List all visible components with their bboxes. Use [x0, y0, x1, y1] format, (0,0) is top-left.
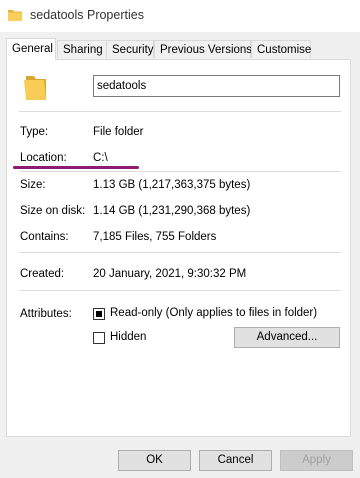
tab-previous-versions[interactable]: Previous Versions	[154, 40, 252, 58]
size-value: 1.13 GB (1,217,363,375 bytes)	[93, 179, 251, 191]
divider	[19, 252, 341, 253]
type-label: Type:	[20, 126, 49, 138]
divider	[19, 290, 341, 291]
size-on-disk-value: 1.14 GB (1,231,290,368 bytes)	[93, 205, 251, 217]
folder-icon	[24, 76, 46, 100]
hidden-label: Hidden	[110, 331, 147, 343]
readonly-label: Read-only (Only applies to files in fold…	[110, 307, 318, 319]
location-value: C:\	[93, 152, 108, 164]
divider	[19, 111, 341, 112]
divider	[19, 171, 341, 172]
created-label: Created:	[20, 268, 65, 280]
type-value: File folder	[93, 126, 144, 138]
tab-security[interactable]: Security	[106, 40, 154, 58]
advanced-button[interactable]: Advanced...	[234, 327, 340, 348]
size-label: Size:	[20, 179, 46, 191]
folder-name-input[interactable]	[93, 75, 340, 97]
title-bar: sedatools Properties	[0, 0, 360, 32]
tab-sharing[interactable]: Sharing	[57, 40, 107, 58]
apply-button[interactable]: Apply	[280, 450, 353, 471]
window-title: sedatools Properties	[30, 8, 144, 22]
size-on-disk-label: Size on disk:	[20, 205, 86, 217]
contains-label: Contains:	[20, 231, 69, 243]
tab-customise[interactable]: Customise	[251, 40, 311, 58]
cancel-button[interactable]: Cancel	[199, 450, 272, 471]
attributes-label: Attributes:	[20, 308, 72, 320]
general-panel: Type: File folder Location: C:\ Size: 1.…	[6, 59, 351, 437]
folder-icon	[8, 10, 22, 21]
created-value: 20 January, 2021, 9:30:32 PM	[93, 268, 247, 280]
contains-value: 7,185 Files, 755 Folders	[93, 231, 217, 243]
annotation-underline	[13, 166, 139, 169]
location-label: Location:	[20, 152, 67, 164]
ok-button[interactable]: OK	[118, 450, 191, 471]
tab-general[interactable]: General	[6, 38, 56, 60]
hidden-checkbox[interactable]	[93, 332, 105, 344]
readonly-checkbox[interactable]	[93, 308, 105, 320]
